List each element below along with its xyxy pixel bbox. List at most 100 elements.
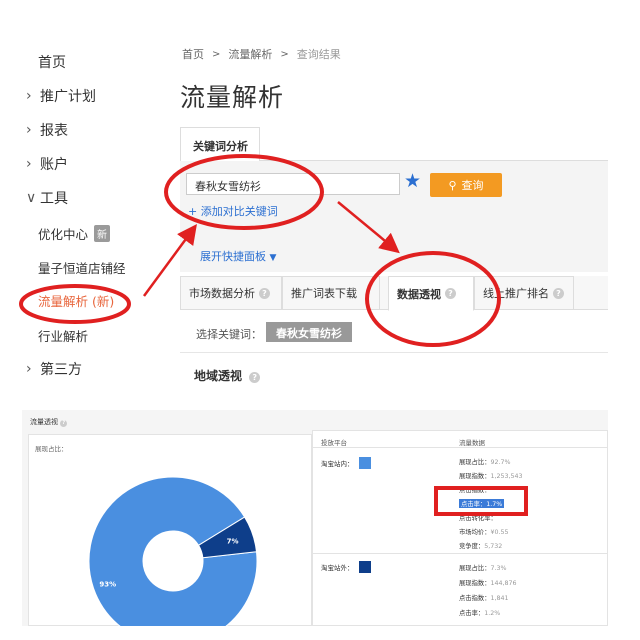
metric-label: 市场均价： [459,529,491,536]
star-icon[interactable]: ★ [404,170,421,192]
divider [313,553,608,554]
column-header-traffic-data: 流量数据 [459,439,485,447]
metric-row: 竞争度：5,732 [459,541,502,550]
sidebar-item-label: 流量解析 (新) [38,294,115,309]
flow-pivot-title: 流量透视 ? [30,417,68,427]
expand-quick-panel-link[interactable]: 展开快捷面板 ▼ [200,248,276,264]
metric-label: 点击率： [459,610,485,617]
keyword-input[interactable]: 春秋女雪纺衫 [186,173,400,195]
metric-value: 92.7% [490,459,511,466]
sidebar-item-label: 报表 [40,123,68,139]
sidebar-item-label: 第三方 [40,362,82,378]
metric-row: 展现占比：92.7% [459,457,511,466]
tab-keyword-analysis[interactable]: 关键词分析 [180,127,260,161]
metric-value: 144,876 [490,580,517,587]
metric-value: 1.2% [484,610,501,617]
query-button-label: 查询 [461,179,484,192]
sidebar-item-home[interactable]: 首页 [38,52,66,72]
metric-label: 点击转化率： [459,515,497,522]
metric-label: 点击指数： [459,595,491,602]
platform-label: 淘宝站外： [321,564,354,572]
tab-label: 线上推广排名 [483,287,549,300]
tab-keyword-download[interactable]: 推广词表下载 [282,276,380,310]
sidebar-item-plans[interactable]: › 推广计划 [26,86,96,106]
region-pivot-label: 地域透视 [194,369,243,383]
help-icon[interactable]: ? [445,288,456,299]
chevron-right-icon: › [26,361,32,377]
annotation-highlight-box [434,486,528,516]
metric-row: 点击指数：1,841 [459,593,509,602]
metric-row: 展现指数：144,876 [459,578,517,587]
tab-label: 推广词表下载 [291,287,357,300]
sidebar-item-label: 推广计划 [40,89,96,105]
metric-value: 7.3% [490,565,507,572]
analysis-tabs: 市场数据分析 ? 推广词表下载 数据透视 ? 线上推广排名 ? [180,276,608,311]
caret-down-icon: ▼ [269,253,277,263]
keyword-panel: 春秋女雪纺衫 ★ ⚲ 查询 + 添加对比关键词 展开快捷面板 ▼ [180,160,608,272]
chevron-down-icon: ∨ [26,190,37,206]
pie-chart-card: 展现占比： 93% 7% [28,434,312,626]
top-screenshot-panel: 首页 › 推广计划 › 报表 › 账户 ∨ 工具 优化中心 新 量子恒道店铺经 … [18,14,608,384]
tab-online-ranking[interactable]: 线上推广排名 ? [474,276,574,310]
traffic-data-table: 投放平台 流量数据 淘宝站内： 展现占比：92.7% 展现指数：1,253,543… [312,430,608,626]
metric-label: 展现指数： [459,580,491,587]
sidebar-item-label: 量子恒道店铺经 [38,261,126,276]
sidebar-item-label: 工具 [40,191,68,207]
platform-label: 淘宝站内： [321,460,354,468]
sidebar-item-industry-analysis[interactable]: 行业解析 [38,326,88,345]
metric-value: 5,732 [484,543,503,550]
sidebar-item-label: 优化中心 [38,227,89,242]
breadcrumb-current: 查询结果 [296,48,341,61]
metric-row: 市场均价：¥0.55 [459,527,509,536]
breadcrumb-separator: > [212,48,221,60]
divider [180,352,608,353]
sidebar-item-label: 行业解析 [38,329,89,344]
chevron-right-icon: › [26,88,32,104]
donut-chart: 93% 7% [88,476,258,626]
metric-label: 竞争度： [459,543,485,550]
help-icon[interactable]: ? [249,372,261,383]
sidebar-item-reports[interactable]: › 报表 [26,120,68,140]
metric-row: 展现占比：7.3% [459,563,506,572]
help-icon[interactable]: ? [259,287,270,299]
metric-label: 展现占比： [459,459,491,466]
metric-value: 1,253,543 [490,473,523,480]
sidebar-item-label: 账户 [40,157,68,173]
platform-taobao-inside: 淘宝站内： [321,457,371,469]
sidebar-item-traffic-analysis[interactable]: 流量解析 (新) [38,291,114,310]
flow-pivot-label: 流量透视 [30,418,58,426]
page-title: 流量解析 [180,83,285,112]
metric-row: 展现指数：1,253,543 [459,471,523,480]
tab-label: 市场数据分析 [189,287,255,300]
tab-data-pivot[interactable]: 数据透视 ? [388,276,474,311]
help-icon[interactable]: ? [553,287,564,299]
platform-taobao-outside: 淘宝站外： [321,561,371,573]
sidebar-item-third-party[interactable]: › 第三方 [26,359,82,379]
tab-label: 数据透视 [397,287,441,301]
region-pivot-title: 地域透视 ? [194,367,261,384]
main-content: 首页 > 流量解析 > 查询结果 流量解析 关键词分析 春秋女雪纺衫 ★ ⚲ 查… [178,14,608,384]
sidebar-item-account[interactable]: › 账户 [26,154,68,174]
breadcrumb-home[interactable]: 首页 [182,46,204,62]
breadcrumb-section[interactable]: 流量解析 [228,46,272,62]
tab-market-data[interactable]: 市场数据分析 ? [180,276,282,310]
sidebar-item-tools[interactable]: ∨ 工具 [26,188,68,208]
legend-swatch [358,561,371,573]
pie-slice-label: 7% [227,538,239,546]
metric-row: 点击率：1.2% [459,608,500,617]
legend-swatch [358,457,371,469]
metric-label: 展现指数： [459,473,491,480]
chevron-right-icon: › [26,156,32,172]
sidebar-item-optimization-center[interactable]: 优化中心 新 [38,224,111,243]
new-badge: 新 [94,225,111,242]
sidebar: 首页 › 推广计划 › 报表 › 账户 ∨ 工具 优化中心 新 量子恒道店铺经 … [18,14,168,384]
sidebar-item-quantum-shop[interactable]: 量子恒道店铺经 [38,258,126,277]
expand-quick-panel-label: 展开快捷面板 [200,250,266,263]
help-icon[interactable]: ? [60,420,68,427]
add-compare-keyword-link[interactable]: + 添加对比关键词 [188,203,278,219]
search-icon: ⚲ [448,178,457,192]
metric-label: 展现占比： [459,565,491,572]
query-button[interactable]: ⚲ 查询 [430,173,502,197]
selected-keyword-tag[interactable]: 春秋女雪纺衫 [266,322,352,342]
column-header-platform: 投放平台 [321,439,347,447]
